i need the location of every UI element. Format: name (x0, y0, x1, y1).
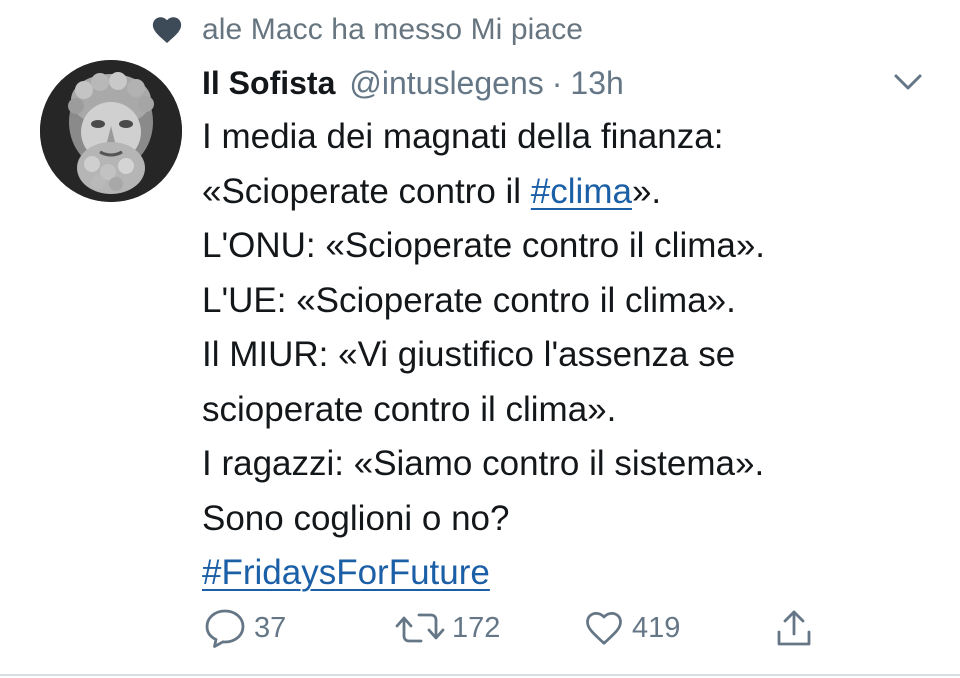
social-context-text: ale Macc ha messo Mi piace (202, 13, 584, 46)
social-context[interactable]: ale Macc ha messo Mi piace (150, 10, 583, 50)
share-icon (777, 610, 811, 646)
retweet-icon (395, 613, 445, 643)
like-count: 419 (632, 611, 681, 644)
tweet-line: L'UE: «Scioperate contro il clima». (202, 280, 736, 320)
like-button[interactable]: 419 (582, 602, 680, 654)
author-handle[interactable]: @intuslegens (349, 65, 543, 102)
tweet-line: «Scioperate contro il #clima». (202, 171, 662, 211)
tweet-header: Il Sofista @intuslegens · 13h (202, 58, 624, 108)
like-icon (586, 611, 622, 645)
chevron-down-icon[interactable] (888, 66, 928, 96)
tweet-actions: 37 172 419 (202, 602, 822, 654)
share-button[interactable] (774, 602, 814, 654)
author-name[interactable]: Il Sofista (202, 65, 335, 102)
tweet-line: scioperate contro il clima». (202, 389, 617, 429)
reply-button[interactable]: 37 (202, 602, 286, 654)
tweet-line: I ragazzi: «Siamo contro il sistema». (202, 444, 765, 483)
tweet-line: L'ONU: «Scioperate contro il clima». (202, 226, 766, 265)
bust-statue-avatar (40, 60, 182, 202)
tweet-line: Il MIUR: «Vi giustifico l'assenza se (202, 335, 736, 374)
heart-filled-icon (152, 17, 182, 44)
divider (0, 674, 960, 676)
avatar[interactable] (40, 60, 182, 202)
retweet-button[interactable]: 172 (394, 602, 500, 654)
reply-icon (205, 609, 245, 648)
reply-count: 37 (254, 611, 287, 644)
header-separator: · (551, 64, 563, 101)
tweet-text: I media dei magnati della finanza: «Scio… (202, 110, 942, 601)
tweet-timestamp[interactable]: 13h (570, 65, 623, 102)
tweet-line: Sono coglioni o no? (202, 498, 510, 538)
hashtag-link-clima[interactable]: #clima (531, 172, 632, 211)
hashtag-link-fridaysforfuture[interactable]: #FridaysForFuture (202, 553, 490, 592)
tweet-line: I media dei magnati della finanza: (202, 117, 724, 156)
retweet-count: 172 (452, 611, 501, 644)
tweet-line: #FridaysForFuture (202, 546, 942, 601)
